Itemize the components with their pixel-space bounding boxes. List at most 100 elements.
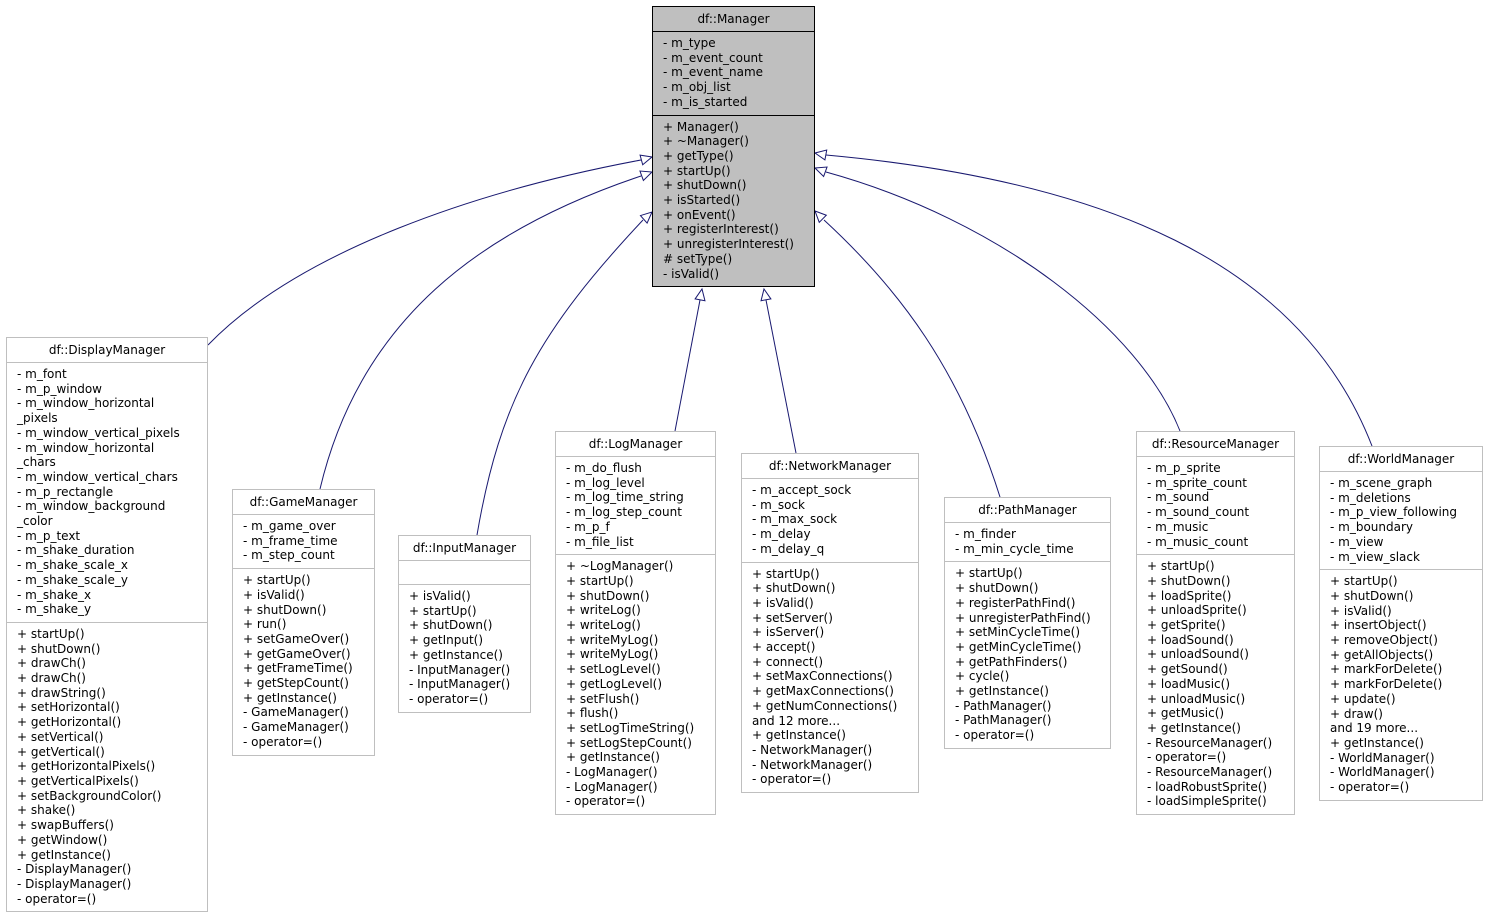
attribute[interactable]: - m_shake_scale_y bbox=[17, 573, 207, 588]
method[interactable]: + getType() bbox=[663, 149, 814, 164]
method[interactable]: + shutDown() bbox=[1147, 574, 1294, 589]
method[interactable]: + registerInterest() bbox=[663, 222, 814, 237]
attribute[interactable]: - m_p_f bbox=[566, 520, 715, 535]
method[interactable]: + isValid() bbox=[1330, 604, 1482, 619]
method[interactable]: + setVertical() bbox=[17, 730, 207, 745]
attribute[interactable]: - m_p_view_following bbox=[1330, 505, 1482, 520]
attribute[interactable]: - m_shake_duration bbox=[17, 543, 207, 558]
class-name[interactable]: df::GameManager bbox=[233, 490, 374, 515]
method[interactable]: + getNumConnections() bbox=[752, 699, 918, 714]
method[interactable]: + accept() bbox=[752, 640, 918, 655]
class-box-path-manager[interactable]: df::PathManager- m_finder - m_min_cycle_t… bbox=[944, 497, 1111, 749]
class-name[interactable]: df::WorldManager bbox=[1320, 447, 1482, 472]
attribute[interactable]: - m_log_level bbox=[566, 476, 715, 491]
attribute[interactable]: - m_do_flush bbox=[566, 461, 715, 476]
method[interactable]: + draw() bbox=[1330, 707, 1482, 722]
method[interactable]: + getGameOver() bbox=[243, 647, 374, 662]
method[interactable]: - WorldManager() bbox=[1330, 765, 1482, 780]
method[interactable]: - WorldManager() bbox=[1330, 751, 1482, 766]
method[interactable]: - PathManager() bbox=[955, 713, 1110, 728]
attribute[interactable]: - m_shake_y bbox=[17, 602, 207, 617]
method[interactable]: + swapBuffers() bbox=[17, 818, 207, 833]
class-name[interactable]: df::DisplayManager bbox=[7, 338, 207, 363]
method[interactable]: + unregisterPathFind() bbox=[955, 611, 1110, 626]
method[interactable]: - GameManager() bbox=[243, 720, 374, 735]
attribute[interactable]: - m_deletions bbox=[1330, 491, 1482, 506]
method[interactable]: + getInstance() bbox=[243, 691, 374, 706]
method[interactable]: + unloadMusic() bbox=[1147, 692, 1294, 707]
attribute[interactable]: - m_finder bbox=[955, 527, 1110, 542]
method[interactable]: + getLogLevel() bbox=[566, 677, 715, 692]
attribute[interactable]: - m_view_slack bbox=[1330, 550, 1482, 565]
method[interactable]: + getVertical() bbox=[17, 745, 207, 760]
method[interactable]: + setLogLevel() bbox=[566, 662, 715, 677]
method[interactable]: + setServer() bbox=[752, 611, 918, 626]
attribute[interactable]: - m_type bbox=[663, 36, 814, 51]
method[interactable]: - operator=() bbox=[243, 735, 374, 750]
method[interactable]: + removeObject() bbox=[1330, 633, 1482, 648]
method[interactable]: + setBackgroundColor() bbox=[17, 789, 207, 804]
method[interactable]: - LogManager() bbox=[566, 765, 715, 780]
class-box-world-manager[interactable]: df::WorldManager- m_scene_graph - m_delet… bbox=[1319, 446, 1483, 801]
method[interactable]: + setFlush() bbox=[566, 692, 715, 707]
method[interactable]: + startUp() bbox=[955, 566, 1110, 581]
method[interactable]: + getInstance() bbox=[1330, 736, 1482, 751]
method[interactable]: + isStarted() bbox=[663, 193, 814, 208]
attribute[interactable]: - m_window_vertical_chars bbox=[17, 470, 207, 485]
method[interactable]: + shutDown() bbox=[243, 603, 374, 618]
method[interactable]: - operator=() bbox=[1330, 780, 1482, 795]
method[interactable]: + writeMyLog() bbox=[566, 647, 715, 662]
class-box-log-manager[interactable]: df::LogManager - m_do_flush - m_log_level -… bbox=[555, 431, 716, 816]
method[interactable]: + startUp() bbox=[663, 164, 814, 179]
attribute[interactable]: - m_shake_x bbox=[17, 588, 207, 603]
method[interactable]: - loadSimpleSprite() bbox=[1147, 794, 1294, 809]
method[interactable]: + getInput() bbox=[409, 633, 530, 648]
method[interactable]: + startUp() bbox=[409, 604, 530, 619]
method[interactable]: + startUp() bbox=[752, 567, 918, 582]
method[interactable]: + connect() bbox=[752, 655, 918, 670]
method[interactable]: - operator=() bbox=[955, 728, 1110, 743]
class-box-network-manager[interactable]: df::NetworkManager - m_accept_sock - m_soc… bbox=[741, 453, 919, 794]
method[interactable]: + loadMusic() bbox=[1147, 677, 1294, 692]
attribute[interactable]: - m_view bbox=[1330, 535, 1482, 550]
attribute[interactable]: - m_window_vertical_pixels bbox=[17, 426, 207, 441]
attribute[interactable]: - m_delay bbox=[752, 527, 918, 542]
method[interactable]: + getInstance() bbox=[566, 750, 715, 765]
attribute[interactable]: - m_log_time_string bbox=[566, 490, 715, 505]
method[interactable]: + unregisterInterest() bbox=[663, 237, 814, 252]
method[interactable]: + flush() bbox=[566, 706, 715, 721]
method[interactable]: + shutDown() bbox=[955, 581, 1110, 596]
method[interactable]: + shutDown() bbox=[1330, 589, 1482, 604]
method[interactable]: + shutDown() bbox=[409, 618, 530, 633]
method[interactable]: + getInstance() bbox=[409, 648, 530, 663]
attribute[interactable]: - m_min_cycle_time bbox=[955, 542, 1110, 557]
attribute[interactable]: - m_scene_graph bbox=[1330, 476, 1482, 491]
method[interactable]: + getPathFinders() bbox=[955, 655, 1110, 670]
method[interactable]: - NetworkManager() bbox=[752, 743, 918, 758]
attribute[interactable]: - m_step_count bbox=[243, 548, 374, 563]
class-box-resource-manager[interactable]: df::ResourceManager - m_p_sprite - m_sprit… bbox=[1136, 431, 1295, 816]
method[interactable]: + drawCh() bbox=[17, 671, 207, 686]
method[interactable]: + loadSound() bbox=[1147, 633, 1294, 648]
attribute[interactable]: _pixels bbox=[17, 411, 207, 426]
method[interactable]: + getMinCycleTime() bbox=[955, 640, 1110, 655]
method[interactable]: + writeLog() bbox=[566, 618, 715, 633]
attribute[interactable]: - m_obj_list bbox=[663, 80, 814, 95]
method[interactable]: - operator=() bbox=[17, 892, 207, 907]
method[interactable]: + setMinCycleTime() bbox=[955, 625, 1110, 640]
method[interactable]: - InputManager() bbox=[409, 677, 530, 692]
method[interactable]: + getInstance() bbox=[752, 728, 918, 743]
method[interactable]: + isServer() bbox=[752, 625, 918, 640]
class-box-display-manager[interactable]: df::DisplayManager - m_font - m_p_window - … bbox=[6, 337, 208, 913]
method[interactable]: + getFrameTime() bbox=[243, 661, 374, 676]
method[interactable]: + setGameOver() bbox=[243, 632, 374, 647]
method[interactable]: - InputManager() bbox=[409, 663, 530, 678]
method[interactable]: + getMaxConnections() bbox=[752, 684, 918, 699]
attribute[interactable]: - m_sprite_count bbox=[1147, 476, 1294, 491]
class-name[interactable]: df::PathManager bbox=[945, 498, 1110, 523]
method[interactable]: + ~Manager() bbox=[663, 134, 814, 149]
method[interactable]: + Manager() bbox=[663, 120, 814, 135]
method[interactable]: + insertObject() bbox=[1330, 618, 1482, 633]
method[interactable]: and 12 more... bbox=[752, 714, 918, 729]
method[interactable]: - LogManager() bbox=[566, 780, 715, 795]
